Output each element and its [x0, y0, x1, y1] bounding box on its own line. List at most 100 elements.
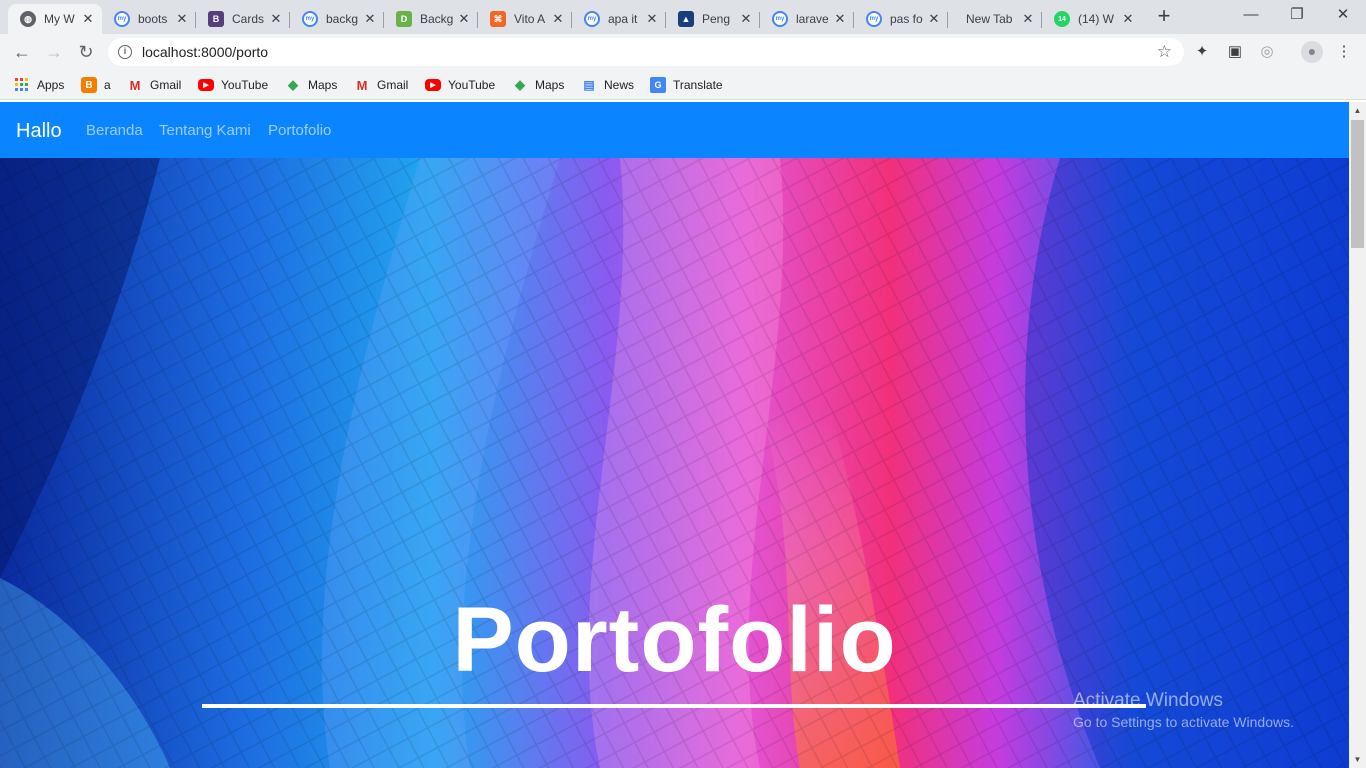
reload-button[interactable]: ↻ [72, 38, 100, 66]
tab-11[interactable]: 14 (14) W ✕ [1042, 4, 1142, 34]
info-icon[interactable]: i [118, 45, 132, 59]
bookmark-label: Maps [535, 78, 565, 92]
tab-title: apa it [608, 12, 638, 26]
scroll-up-arrow-icon[interactable]: ▲ [1349, 102, 1366, 119]
back-button[interactable]: ← [8, 38, 36, 66]
nav-link-tentang-kami[interactable]: Tentang Kami [159, 122, 251, 139]
bookmark-news[interactable]: ▤ News [581, 76, 634, 94]
video-extension-icon[interactable]: ▣ [1225, 42, 1245, 62]
profile-avatar-icon[interactable]: ● [1301, 41, 1323, 63]
close-tab-icon[interactable]: ✕ [1020, 11, 1036, 27]
bookmark-label: Maps [308, 78, 338, 92]
bookmark-youtube[interactable]: ▶ YouTube [198, 76, 268, 94]
hero-divider [202, 704, 1146, 708]
bookmark-label: a [104, 78, 111, 92]
restore-button[interactable]: ❐ [1274, 0, 1320, 30]
tab-6[interactable]: my apa it ✕ [572, 4, 666, 34]
close-window-button[interactable]: ✕ [1320, 0, 1366, 30]
bookmark-gmail[interactable]: M Gmail [354, 76, 409, 94]
bookmark-label: News [604, 78, 635, 92]
navbar-brand[interactable]: Hallo [16, 120, 62, 143]
page-scrollbar[interactable]: ▲ ▼ [1349, 102, 1366, 768]
tab-title: boots [138, 12, 168, 26]
close-tab-icon[interactable]: ✕ [80, 11, 96, 27]
bookmark-translate[interactable]: G Translate [650, 76, 723, 94]
close-tab-icon[interactable]: ✕ [174, 11, 190, 27]
menu-icon[interactable]: ⋮ [1334, 42, 1354, 62]
maps-icon: ◆ [515, 77, 525, 92]
my-icon: my [302, 11, 318, 27]
bookmark-label: Apps [37, 78, 65, 92]
forward-button[interactable]: → [40, 38, 68, 66]
close-tab-icon[interactable]: ✕ [362, 11, 378, 27]
bookmark-label: Translate [673, 78, 723, 92]
bookmark-gmail[interactable]: M Gmail [127, 76, 182, 94]
bookmark-star-icon[interactable]: ☆ [1157, 42, 1172, 62]
my-extension-icon[interactable]: ◎ [1257, 42, 1277, 62]
translate-icon: G [650, 77, 666, 93]
close-tab-icon[interactable]: ✕ [550, 11, 566, 27]
tab-title: Cards [232, 12, 265, 26]
bookmark-apps[interactable]: Apps [14, 76, 64, 94]
scroll-down-arrow-icon[interactable]: ▼ [1349, 751, 1366, 768]
tab-9[interactable]: my pas fo ✕ [854, 4, 948, 34]
close-tab-icon[interactable]: ✕ [268, 11, 284, 27]
bookmark-label: Gmail [377, 78, 409, 92]
tab-0[interactable]: ◍ My W ✕ [8, 4, 102, 34]
tab-title: Peng [702, 12, 731, 26]
new-tab-button[interactable]: + [1150, 5, 1178, 29]
nav-link-beranda[interactable]: Beranda [86, 122, 143, 139]
site-navbar: Hallo Beranda Tentang Kami Portofolio [0, 102, 1349, 158]
close-tab-icon[interactable]: ✕ [926, 11, 942, 27]
minimize-button[interactable]: — [1228, 0, 1274, 30]
close-tab-icon[interactable]: ✕ [644, 11, 660, 27]
tab-title: pas fo [890, 12, 923, 26]
greenbox-icon: D [396, 11, 412, 27]
tab-7[interactable]: ▲ Peng ✕ [666, 4, 760, 34]
close-tab-icon[interactable]: ✕ [456, 11, 472, 27]
bookmark-maps[interactable]: ◆ Maps [512, 76, 564, 94]
tab-title: (14) W [1078, 12, 1114, 26]
bookmark-label: YouTube [221, 78, 269, 92]
bookmark-maps[interactable]: ◆ Maps [285, 76, 337, 94]
youtube-icon: ▶ [198, 79, 214, 91]
tab-8[interactable]: my larave ✕ [760, 4, 854, 34]
my-icon: my [114, 11, 130, 27]
extension-icon[interactable]: ✦ [1192, 42, 1212, 62]
close-tab-icon[interactable]: ✕ [1120, 11, 1136, 27]
browser-toolbar: ← → ↻ i localhost:8000/porto ☆ ✦ ▣ ◎ ● ⋮ [0, 34, 1366, 70]
watermark-subtitle: Go to Settings to activate Windows. [1073, 714, 1294, 730]
bookmark-youtube[interactable]: ▶ YouTube [425, 76, 495, 94]
tab-strip: ◍ My W ✕ my boots ✕ B Cards ✕ my backg ✕… [0, 0, 1366, 34]
tab-3[interactable]: my backg ✕ [290, 4, 384, 34]
bookmark-label: Gmail [150, 78, 182, 92]
address-bar[interactable]: i localhost:8000/porto ☆ [108, 38, 1184, 66]
blogger-icon: B [81, 77, 97, 93]
hero-section: Portofolio [0, 158, 1349, 768]
tab-5[interactable]: ⌘ Vito A ✕ [478, 4, 572, 34]
url-text[interactable]: localhost:8000/porto [142, 44, 268, 60]
bookmarks-bar: Apps B a M Gmail ▶ YouTube ◆ Maps M Gmai… [0, 70, 1366, 100]
tab-2[interactable]: B Cards ✕ [196, 4, 290, 34]
news-icon: ▤ [583, 78, 595, 92]
bookmark-label: YouTube [448, 78, 496, 92]
tab-title: larave [796, 12, 829, 26]
my-icon: my [772, 11, 788, 27]
close-tab-icon[interactable]: ✕ [832, 11, 848, 27]
nav-link-portofolio[interactable]: Portofolio [268, 122, 331, 139]
hero-title: Portofolio [452, 589, 897, 691]
whatsapp-icon: 14 [1054, 11, 1070, 27]
bookmark-blogger[interactable]: B a [81, 76, 111, 94]
tab-4[interactable]: D Backg ✕ [384, 4, 478, 34]
close-tab-icon[interactable]: ✕ [738, 11, 754, 27]
tab-title: Vito A [514, 12, 546, 26]
tab-1[interactable]: my boots ✕ [102, 4, 196, 34]
my-icon: my [866, 11, 882, 27]
tab-title: My W [44, 12, 75, 26]
scrollbar-thumb[interactable] [1351, 120, 1364, 248]
gmail-icon: M [356, 77, 368, 93]
tab-10[interactable]: New Tab ✕ [948, 4, 1042, 34]
tab-title: backg [326, 12, 359, 26]
youtube-icon: ▶ [425, 79, 441, 91]
orange-icon: ⌘ [490, 11, 506, 27]
